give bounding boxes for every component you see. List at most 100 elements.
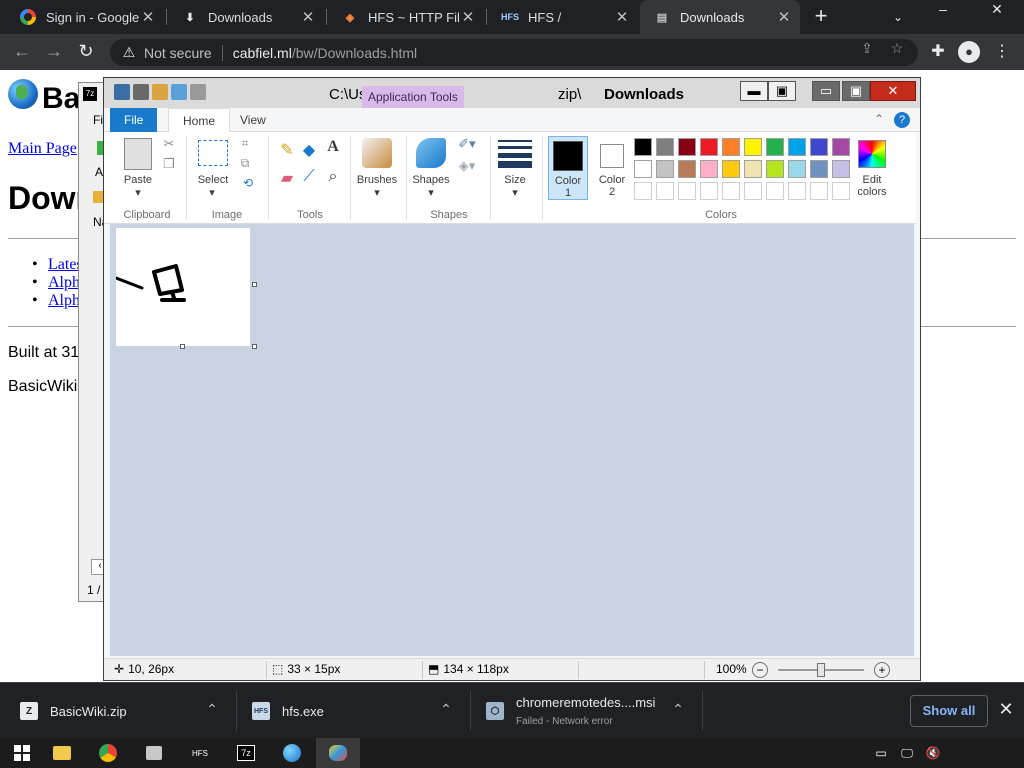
cut-icon[interactable]: ✂ (162, 136, 176, 152)
zoom-in-icon[interactable]: + (874, 662, 890, 678)
zoom-slider-thumb[interactable] (817, 663, 825, 677)
close-icon[interactable]: ✕ (460, 8, 476, 26)
tab-downloads[interactable]: ⬇ Downloads ✕ (168, 0, 324, 34)
new-tab-button[interactable]: + (808, 4, 834, 30)
close-icon[interactable]: ✕ (300, 8, 316, 26)
color2-button[interactable]: Color 2 (592, 136, 632, 200)
tab-view[interactable]: View (226, 108, 280, 132)
custom-color-swatch[interactable] (722, 182, 740, 200)
close-icon[interactable]: ✕ (870, 81, 916, 101)
chevron-up-icon[interactable]: ⌃ (438, 701, 454, 717)
chevron-down-icon[interactable]: ▾ (509, 186, 521, 199)
palette-swatch[interactable] (656, 138, 674, 156)
chevron-down-icon[interactable]: ▾ (132, 186, 144, 199)
monitor-icon[interactable]: 🖵 (898, 744, 916, 762)
url-path[interactable]: /bw/Downloads.html (292, 45, 417, 61)
chevron-down-icon[interactable]: ⌄ (888, 8, 908, 26)
maximize-icon[interactable]: ▣ (768, 81, 796, 101)
fill-icon[interactable]: ◆ (300, 140, 318, 160)
custom-color-swatch[interactable] (744, 182, 762, 200)
extensions-puzzle-icon[interactable]: ✚ (926, 40, 950, 64)
palette-swatch[interactable] (700, 160, 718, 178)
paint-taskbar-icon[interactable] (316, 738, 360, 768)
palette-swatch[interactable] (832, 138, 850, 156)
canvas-area[interactable] (110, 224, 914, 656)
text-icon[interactable]: A (324, 138, 342, 156)
share-icon[interactable]: ⇪ (858, 40, 876, 56)
paint-app-icon[interactable] (114, 84, 130, 100)
palette-swatch[interactable] (788, 138, 806, 156)
palette-swatch[interactable] (634, 160, 652, 178)
palette-swatch[interactable] (722, 160, 740, 178)
collapse-ribbon-icon[interactable]: ⌃ (874, 112, 884, 126)
url-host[interactable]: cabfiel.ml (233, 45, 292, 61)
palette-swatch[interactable] (766, 160, 784, 178)
tab-file[interactable]: File (110, 108, 158, 132)
pencil-icon[interactable]: ✎ (278, 140, 296, 160)
main-page-link[interactable]: Main Page (8, 140, 77, 158)
file-explorer-icon[interactable] (40, 738, 84, 768)
palette-swatch[interactable] (678, 138, 696, 156)
chevron-down-icon[interactable]: ▾ (425, 186, 437, 199)
tab-home[interactable]: Home (168, 108, 231, 132)
zoom-out-icon[interactable]: − (752, 662, 768, 678)
custom-color-swatch[interactable] (810, 182, 828, 200)
minimize-icon[interactable]: ▬ (740, 81, 768, 101)
minimize-icon[interactable]: – (926, 0, 960, 20)
restore-icon-2[interactable]: ▣ (842, 81, 870, 101)
7zip-taskbar-icon[interactable]: 7z (224, 738, 268, 768)
color1-button[interactable]: Color 1 (548, 136, 588, 200)
copy-icon[interactable]: ❐ (162, 156, 176, 172)
download-item-hfs[interactable]: HFS hfs.exe (252, 683, 324, 739)
palette-swatch[interactable] (744, 160, 762, 178)
size-button[interactable]: Size (494, 174, 536, 186)
show-all-button[interactable]: Show all (910, 695, 988, 727)
download-item-basicwiki[interactable]: Z BasicWiki.zip (20, 683, 127, 739)
palette-swatch[interactable] (766, 138, 784, 156)
chrome-icon[interactable] (86, 738, 130, 768)
shapes-button[interactable]: Shapes (408, 174, 454, 186)
help-icon[interactable]: ? (894, 112, 910, 128)
palette-swatch[interactable] (832, 160, 850, 178)
download-item-chromeremote[interactable]: ⬡ chromeremotedes....msi Failed - Networ… (486, 683, 655, 739)
close-icon[interactable]: ✕ (140, 8, 156, 26)
profile-avatar-icon[interactable]: ● (958, 41, 980, 63)
rotate-icon[interactable]: ⟲ (238, 176, 258, 190)
chevron-up-icon[interactable]: ⌃ (204, 701, 220, 717)
menu-kebab-icon[interactable]: ⋮ (990, 40, 1014, 64)
custom-color-swatch[interactable] (788, 182, 806, 200)
windows-start-icon[interactable] (0, 738, 44, 768)
close-icon[interactable]: ✕ (996, 699, 1016, 719)
brush-icon[interactable] (362, 138, 392, 168)
palette-swatch[interactable] (634, 138, 652, 156)
paint-window[interactable]: C:\Us Application Tools zip\ Downloads ▬… (103, 77, 921, 681)
forward-arrow-icon[interactable]: → (42, 40, 66, 64)
restore-icon[interactable]: ▭ (812, 81, 840, 101)
hfs-taskbar-icon[interactable]: HFS (178, 738, 222, 768)
files-app-icon[interactable] (132, 738, 176, 768)
custom-color-swatch[interactable] (766, 182, 784, 200)
select-icon[interactable] (198, 140, 228, 166)
security-label[interactable]: Not secure (144, 45, 212, 61)
palette-swatch[interactable] (700, 138, 718, 156)
palette-swatch[interactable] (810, 138, 828, 156)
custom-color-swatch[interactable] (656, 182, 674, 200)
resize-icon[interactable]: ⧉ (238, 156, 252, 171)
size-icon[interactable] (498, 140, 532, 168)
color-picker-icon[interactable]: ⟋ (300, 168, 318, 186)
download-filename[interactable]: chromeremotedes....msi (516, 695, 655, 710)
chevron-down-icon[interactable]: ▾ (206, 186, 218, 199)
download-filename[interactable]: BasicWiki.zip (50, 704, 127, 719)
eraser-icon[interactable]: ▰ (278, 168, 296, 188)
tab-hfs-root[interactable]: HFS HFS / ✕ (488, 0, 638, 34)
close-icon[interactable]: ✕ (614, 8, 630, 26)
network-icon[interactable]: ▭ (872, 744, 890, 762)
tab-downloads-active[interactable]: ▤ Downloads ✕ (640, 0, 800, 34)
select-button[interactable]: Select (192, 174, 234, 186)
save-icon[interactable] (133, 84, 149, 100)
palette-swatch[interactable] (744, 138, 762, 156)
outline-icon[interactable]: ✐▾ (454, 136, 480, 152)
palette-swatch[interactable] (722, 138, 740, 156)
address-bar[interactable]: ⚠ Not secure cabfiel.ml/bw/Downloads.htm… (110, 39, 918, 66)
custom-color-swatch[interactable] (832, 182, 850, 200)
